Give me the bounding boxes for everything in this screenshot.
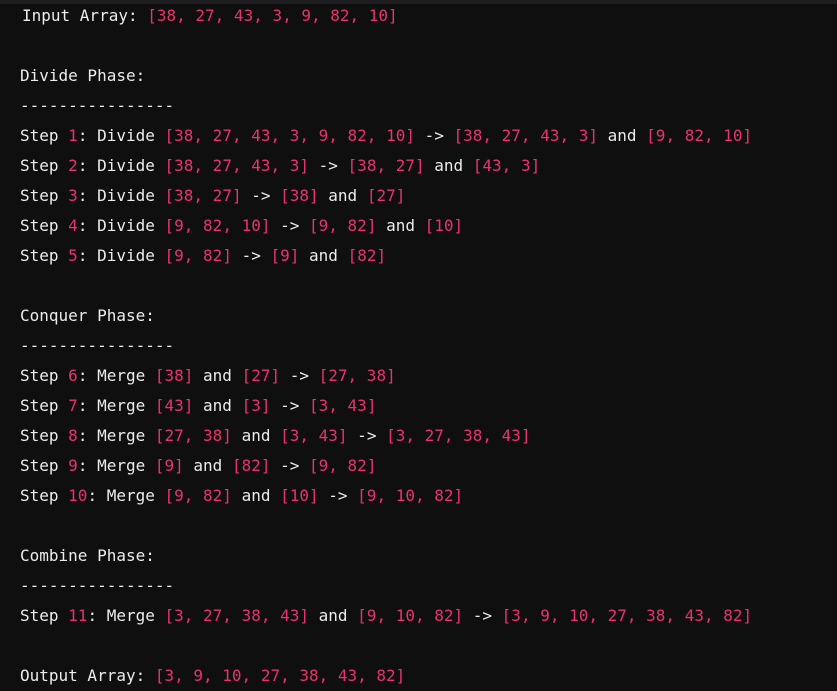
output-array-line: Output Array: [3, 9, 10, 27, 38, 43, 82]: [20, 666, 405, 686]
console-output: Input Array: [38, 27, 43, 3, 9, 82, 10] …: [0, 0, 837, 691]
divide-step-5: Step 5: Divide [9, 82] -> [9] and [82]: [20, 246, 387, 265]
conquer-step-10: Step 10: Merge [9, 82] and [10] -> [9, 1…: [20, 486, 464, 505]
conquer-step-6: Step 6: Merge [38] and [27] -> [27, 38]: [20, 366, 396, 385]
conquer-step-9: Step 9: Merge [9] and [82] -> [9, 82]: [20, 456, 377, 475]
divide-step-4: Step 4: Divide [9, 82, 10] -> [9, 82] an…: [20, 216, 464, 235]
input-array-value: [38, 27, 43, 3, 9, 82, 10]: [147, 6, 398, 25]
combine-phase-rule: ----------------: [20, 576, 175, 595]
input-array-label: Input Array:: [22, 6, 148, 25]
output-array-value: [3, 9, 10, 27, 38, 43, 82]: [154, 666, 406, 685]
conquer-step-8: Step 8: Merge [27, 38] and [3, 43] -> [3…: [20, 426, 531, 445]
divide-step-1: Step 1: Divide [38, 27, 43, 3, 9, 82, 10…: [20, 126, 753, 145]
divide-step-3: Step 3: Divide [38, 27] -> [38] and [27]: [20, 186, 406, 205]
combine-phase-title: Combine Phase:: [20, 546, 155, 565]
divide-step-2: Step 2: Divide [38, 27, 43, 3] -> [38, 2…: [20, 156, 541, 175]
output-array-label: Output Array:: [20, 666, 155, 685]
input-array-line: Input Array: [38, 27, 43, 3, 9, 82, 10]: [22, 6, 398, 26]
divide-phase-title: Divide Phase:: [20, 66, 146, 85]
conquer-phase-rule: ----------------: [20, 336, 175, 355]
conquer-phase-title: Conquer Phase:: [20, 306, 155, 325]
combine-step-11: Step 11: Merge [3, 27, 38, 43] and [9, 1…: [20, 606, 753, 625]
conquer-step-7: Step 7: Merge [43] and [3] -> [3, 43]: [20, 396, 377, 415]
divide-phase-rule: ----------------: [20, 96, 175, 115]
